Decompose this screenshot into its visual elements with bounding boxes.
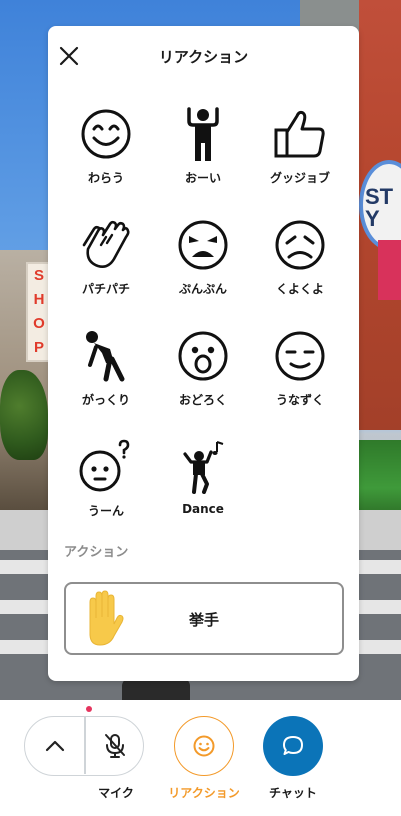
reaction-label: おどろく — [178, 393, 227, 407]
reaction-label: ぷんぷん — [178, 282, 227, 296]
reaction-label: グッジョブ — [269, 171, 330, 185]
dancing-person-icon — [183, 441, 224, 494]
reaction-label: パチパチ — [81, 282, 130, 296]
reaction-toggle-button[interactable] — [174, 716, 234, 776]
reaction-label: リアクション — [168, 786, 240, 800]
hanging-flag — [378, 240, 401, 300]
bottom-toolbar: マイク リアクション チャット — [0, 700, 401, 816]
reaction-label: うなずく — [275, 393, 324, 407]
smile-face-icon — [81, 109, 131, 159]
raise-hand-button[interactable]: 挙手 — [64, 582, 344, 655]
chat-label: チャット — [269, 786, 317, 800]
reaction-warau-button[interactable]: わらう — [58, 106, 154, 206]
reaction-panel: リアクション わらう おーい グッジョブ パチパチ ぷんぷん くよくよ がっくり… — [48, 26, 359, 681]
mic-label: マイク — [98, 786, 134, 800]
sad-face-icon — [275, 220, 325, 270]
person-waving-arms-icon — [187, 107, 219, 161]
raise-hand-label: 挙手 — [188, 611, 219, 629]
reaction-label: わらう — [87, 171, 124, 185]
chat-button[interactable] — [263, 716, 323, 776]
reaction-gakkuri-button[interactable]: がっくり — [58, 328, 154, 428]
nodding-face-icon — [275, 331, 325, 381]
reaction-unazuku-button[interactable]: うなずく — [252, 328, 348, 428]
thinking-face-icon — [79, 439, 130, 492]
chevron-up-icon — [45, 740, 64, 751]
hedge — [359, 440, 401, 520]
reaction-punpun-button[interactable]: ぷんぷん — [155, 217, 251, 317]
mic-muted-icon — [104, 733, 125, 758]
reaction-label: おーい — [184, 171, 221, 185]
controls-pill — [24, 716, 144, 776]
reaction-dance-button[interactable]: Dance — [155, 439, 251, 539]
avatar-leg — [150, 678, 190, 700]
tree — [0, 370, 48, 460]
panel-title: リアクション — [158, 48, 249, 66]
smiley-icon — [193, 735, 215, 757]
speech-bubble-icon — [283, 736, 303, 755]
clapping-hands-icon — [82, 220, 130, 268]
surprised-face-icon — [178, 331, 228, 381]
reaction-label: くよくよ — [275, 282, 324, 296]
reaction-ooi-button[interactable]: おーい — [155, 106, 251, 206]
action-section-label: アクション — [64, 545, 129, 560]
thumbs-up-icon — [274, 110, 325, 158]
reaction-goodjob-button[interactable]: グッジョブ — [252, 106, 348, 206]
expand-button[interactable] — [25, 717, 84, 774]
slumped-person-icon — [86, 331, 125, 382]
mic-status-dot — [86, 706, 92, 712]
reaction-kuyokuyo-button[interactable]: くよくよ — [252, 217, 348, 317]
reaction-label: Dance — [182, 502, 224, 516]
reaction-label: うーん — [87, 504, 124, 518]
reaction-odoroku-button[interactable]: おどろく — [155, 328, 251, 428]
reaction-uun-button[interactable]: うーん — [58, 439, 154, 539]
reaction-label: がっくり — [81, 393, 130, 407]
reaction-pachipachi-button[interactable]: パチパチ — [58, 217, 154, 317]
mic-toggle-button[interactable] — [85, 717, 144, 774]
angry-face-icon — [178, 220, 228, 270]
